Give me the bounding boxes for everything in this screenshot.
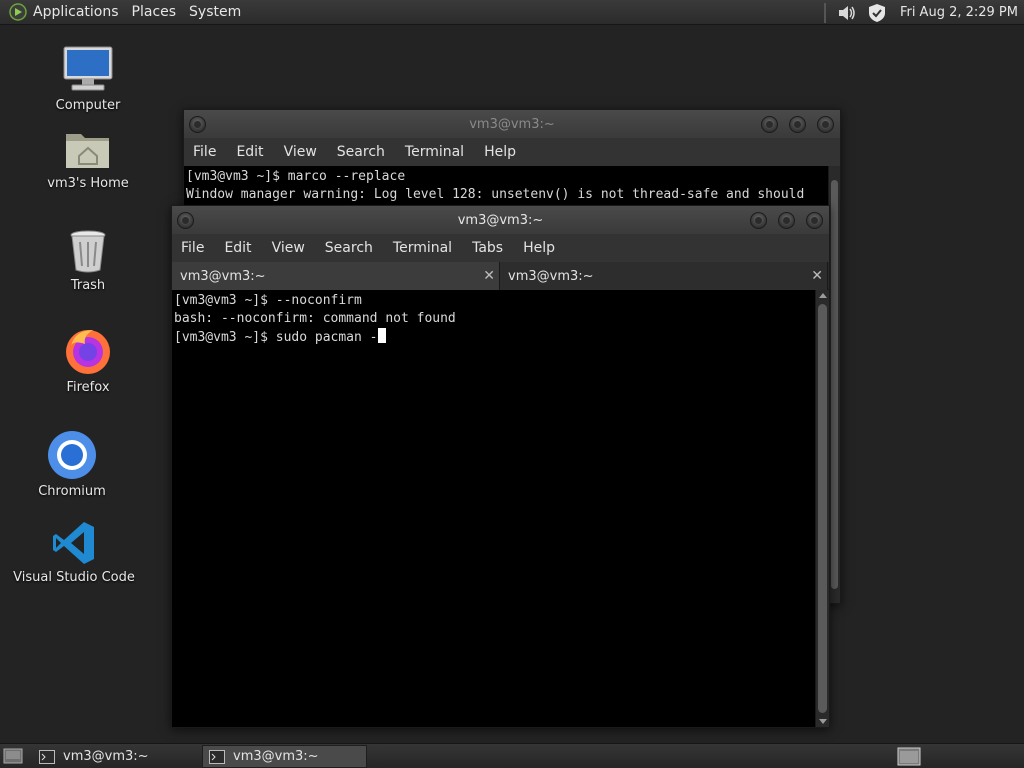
minimize-button[interactable] [750,212,767,229]
front-terminal-output[interactable]: [vm3@vm3 ~]$ --noconfirm bash: --noconfi… [172,290,829,727]
back-window-title: vm3@vm3:~ [469,116,555,132]
close-button[interactable] [817,116,834,133]
chromium-icon [48,431,96,479]
places-menu[interactable]: Places [132,4,177,20]
menu-edit[interactable]: Edit [236,144,263,160]
terminal-icon [39,749,55,764]
taskbar-button-label: vm3@vm3:~ [233,749,319,764]
desktop-icon-label: Visual Studio Code [13,570,135,585]
terminal-icon [209,749,225,764]
terminal-line: [vm3@vm3 ~]$ --noconfirm [174,293,362,308]
menu-search[interactable]: Search [337,144,385,160]
terminal-prompt-text: [vm3@vm3 ~]$ sudo pacman - [174,330,378,345]
front-window-title: vm3@vm3:~ [457,212,544,228]
computer-icon [63,46,113,91]
system-menu[interactable]: System [189,4,241,20]
front-window-menubar: File Edit View Search Terminal Tabs Help [172,234,829,262]
desktop-icon-vscode[interactable]: Visual Studio Code [13,520,135,585]
desktop-icon-chromium[interactable]: Chromium [12,430,132,499]
menu-view[interactable]: View [272,240,305,256]
front-window-titlebar[interactable]: vm3@vm3:~ [172,206,829,234]
tab-close-icon[interactable]: ✕ [811,268,823,284]
taskbar-button-label: vm3@vm3:~ [63,749,149,764]
close-button[interactable] [806,212,823,229]
desktop-icon-label: Computer [55,98,121,113]
tab-label: vm3@vm3:~ [180,268,266,284]
desktop-icon-trash[interactable]: Trash [28,228,148,293]
menu-terminal[interactable]: Terminal [393,240,452,256]
tab-close-icon[interactable]: ✕ [483,268,495,284]
window-menu-button[interactable] [189,116,206,133]
desktop-icon-label: Trash [70,278,106,293]
clock[interactable]: Fri Aug 2, 2:29 PM [900,5,1018,20]
top-panel: Applications Places System Fri Aug 2, 2:… [0,0,1024,25]
front-terminal-window[interactable]: vm3@vm3:~ File Edit View Search Terminal… [171,205,830,728]
desktop-icon-label: Chromium [38,484,106,499]
terminal-line: Window manager warning: Log level 128: u… [186,187,805,202]
taskbar-button-2[interactable]: vm3@vm3:~ [202,745,367,768]
menu-terminal[interactable]: Terminal [405,144,464,160]
desktop-icon-home[interactable]: vm3's Home [28,128,148,191]
menu-file[interactable]: File [181,240,204,256]
minimize-button[interactable] [761,116,778,133]
tab-strip: vm3@vm3:~ ✕ vm3@vm3:~ ✕ [172,262,829,290]
menu-search[interactable]: Search [325,240,373,256]
maximize-button[interactable] [778,212,795,229]
desktop-icon-label: vm3's Home [47,176,129,191]
volume-icon[interactable] [836,3,858,23]
terminal-line: bash: --noconfirm: command not found [174,311,456,326]
maximize-button[interactable] [789,116,806,133]
desktop-icon-firefox[interactable]: Firefox [28,326,148,395]
applications-menu[interactable]: Applications [33,4,119,20]
vscode-icon [53,522,94,564]
tab-label: vm3@vm3:~ [508,268,594,284]
desktop-icon-computer[interactable]: Computer [28,44,148,113]
show-desktop-icon[interactable] [3,748,23,764]
home-folder-icon [66,134,109,168]
back-window-menubar: File Edit View Search Terminal Help [184,138,840,166]
menu-edit[interactable]: Edit [224,240,251,256]
text-cursor [377,328,386,343]
menu-tabs[interactable]: Tabs [472,240,503,256]
front-terminal-scrollbar[interactable] [815,290,829,727]
firefox-icon [66,330,110,374]
menu-file[interactable]: File [193,144,216,160]
terminal-prompt-line: [vm3@vm3 ~]$ sudo pacman - [174,328,829,347]
desktop-icon-label: Firefox [66,380,110,395]
window-menu-button[interactable] [177,212,194,229]
workspace-switcher-icon[interactable] [897,747,921,766]
trash-icon [70,230,106,273]
back-window-titlebar[interactable]: vm3@vm3:~ [184,110,840,138]
mate-logo-icon[interactable] [9,3,27,21]
scrollbar-thumb[interactable] [818,304,827,713]
terminal-tab-1[interactable]: vm3@vm3:~ ✕ [172,262,500,290]
scroll-up-icon[interactable] [819,293,827,298]
terminal-tab-2[interactable]: vm3@vm3:~ ✕ [500,262,828,290]
menu-view[interactable]: View [284,144,317,160]
panel-tray: Fri Aug 2, 2:29 PM [823,0,1024,25]
shield-update-icon[interactable] [866,3,888,23]
menu-help[interactable]: Help [523,240,555,256]
bottom-panel: vm3@vm3:~ vm3@vm3:~ [0,743,1024,768]
scrollbar-thumb[interactable] [831,180,838,589]
taskbar-button-1[interactable]: vm3@vm3:~ [33,745,198,768]
panel-separator [823,2,826,23]
menu-help[interactable]: Help [484,144,516,160]
terminal-line: [vm3@vm3 ~]$ marco --replace [186,169,406,184]
scroll-down-icon[interactable] [819,719,827,724]
